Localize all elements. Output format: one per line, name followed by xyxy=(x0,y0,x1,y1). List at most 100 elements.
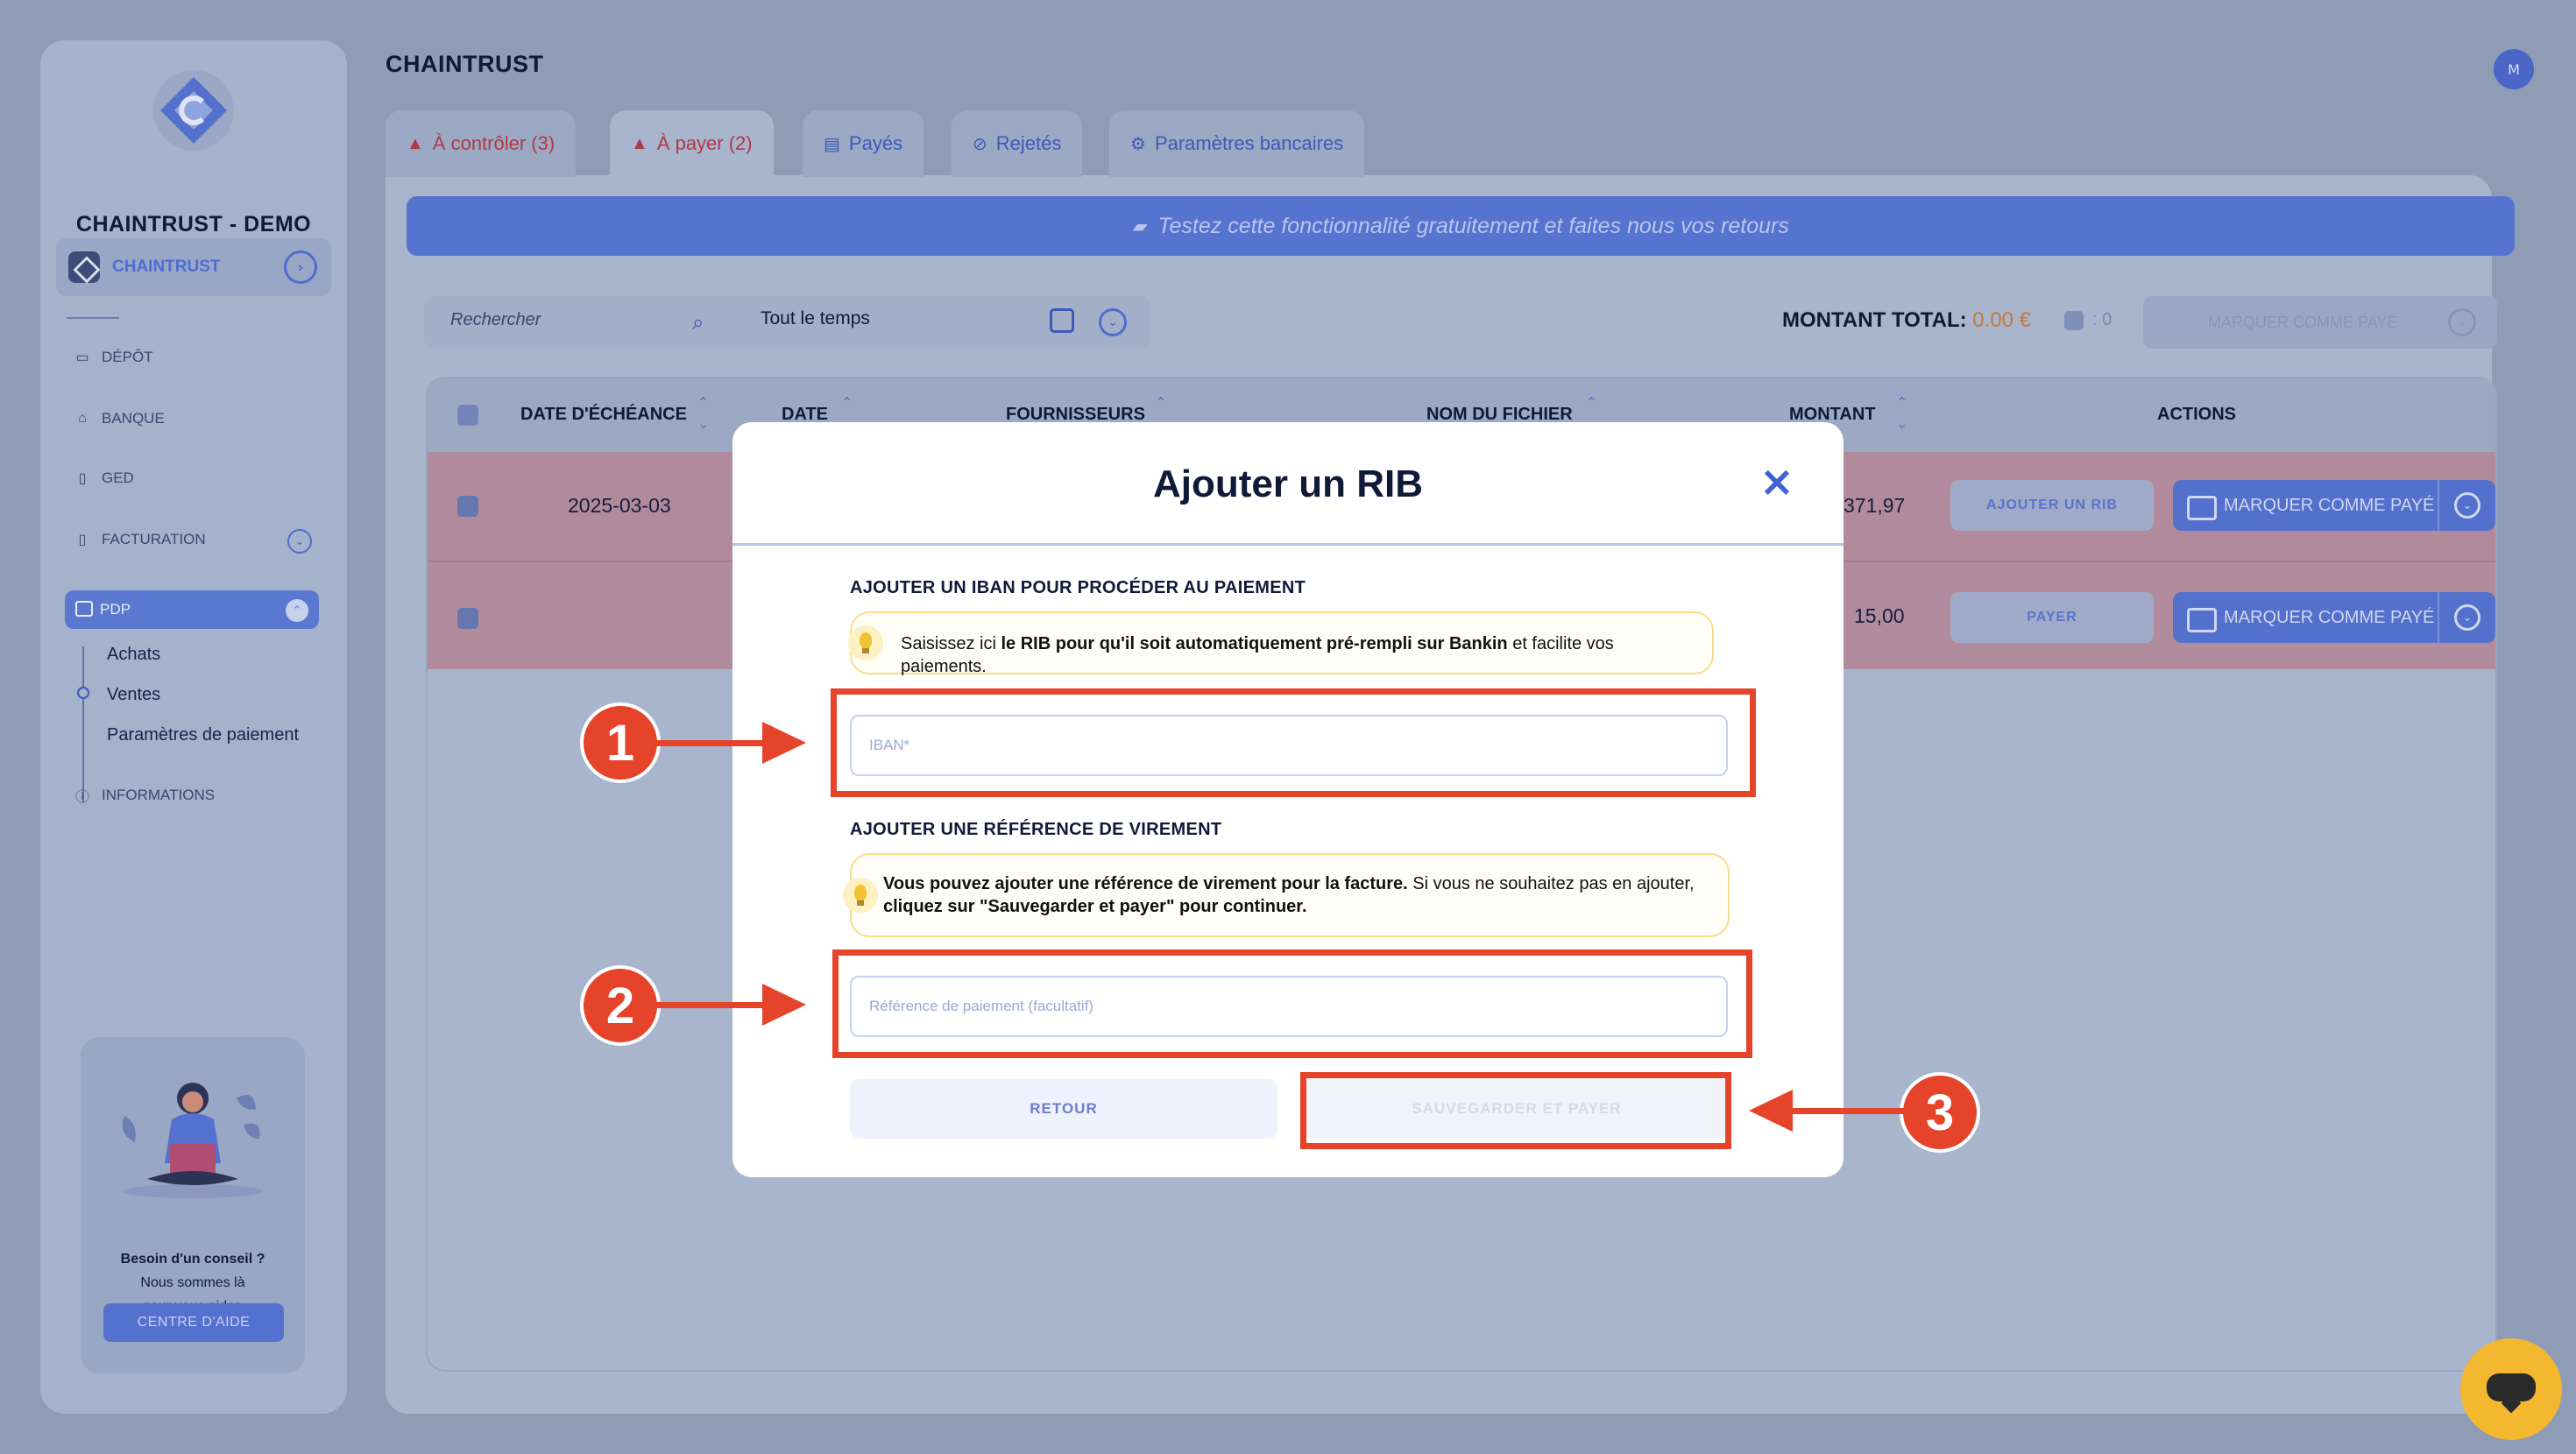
tip-text: Si vous ne souhaitez pas en ajouter, xyxy=(1407,874,1695,893)
sidebar-item-ged[interactable]: ▯ GED xyxy=(74,469,134,487)
arrow-3 xyxy=(1791,1108,1905,1114)
amount-cell: 15,00 xyxy=(1854,604,1905,627)
close-icon[interactable]: × xyxy=(1758,461,1796,503)
brand-name: CHAINTRUST - DEMO xyxy=(75,212,312,236)
document-icon: ▯ xyxy=(78,471,87,486)
row-checkbox[interactable] xyxy=(457,608,478,629)
tab-a-controler[interactable]: ▲ À contrôler (3) xyxy=(386,110,577,177)
selected-count: : 0 xyxy=(2064,310,2112,330)
tip-text: Saisissez ici xyxy=(901,634,1001,653)
sidebar-subitem-achats[interactable]: Achats xyxy=(107,645,160,665)
help-card: Besoin d'un conseil ? Nous sommes là pou… xyxy=(81,1037,305,1373)
gear-icon: ⚙ xyxy=(1130,134,1146,154)
tab-label: Payés xyxy=(848,132,903,154)
sidebar-item-label: GED xyxy=(102,469,134,486)
due-date-cell: 2025-03-03 xyxy=(568,494,671,517)
tip-text-bold: le RIB pour qu'il soit automatiquement p… xyxy=(1001,634,1508,653)
modal-title: Ajouter un RIB xyxy=(1153,462,1423,505)
reference-section-label: AJOUTER UNE RÉFÉRENCE DE VIREMENT xyxy=(850,820,1222,839)
tab-parametres-bancaires[interactable]: ⚙ Paramètres bancaires xyxy=(1109,110,1365,177)
help-center-button[interactable]: CENTRE D'AIDE xyxy=(103,1303,284,1342)
add-rib-modal: Ajouter un RIB × AJOUTER UN IBAN POUR PR… xyxy=(732,422,1844,1177)
arrow-3-head xyxy=(1749,1090,1793,1132)
arrow-1-head xyxy=(762,722,806,764)
sidebar-subitem-parametres-paiement[interactable]: Paramètres de paiement xyxy=(107,725,299,745)
sort-icon[interactable]: ⌃ ⌄ xyxy=(1896,392,1907,434)
tab-label: À payer (2) xyxy=(656,132,753,154)
sidebar-item-informations[interactable]: ⓘ INFORMATIONS xyxy=(74,787,216,805)
page-title: CHAINTRUST xyxy=(386,51,544,77)
chevron-up-icon[interactable]: ⌃ xyxy=(286,599,308,622)
sort-icon[interactable]: ⌃ xyxy=(841,392,853,413)
arrow-2 xyxy=(655,1002,764,1008)
warning-icon: ▲ xyxy=(631,133,648,153)
sort-icon[interactable]: ⌃ xyxy=(1155,392,1166,413)
bulk-mark-paid-button[interactable]: MARQUER COMME PAYÉ xyxy=(2143,296,2497,349)
sort-icon[interactable]: ⌃ ⌄ xyxy=(697,392,709,434)
chevron-down-icon[interactable]: ⌄ xyxy=(2448,308,2476,336)
column-actions: ACTIONS xyxy=(2157,405,2236,424)
back-button[interactable]: RETOUR xyxy=(850,1079,1277,1139)
highlight-iban xyxy=(831,688,1756,797)
search-icon[interactable]: ⌕ xyxy=(692,310,717,335)
search-input[interactable]: Rechercher xyxy=(450,310,541,330)
total-amount: MONTANT TOTAL: 0.00 € xyxy=(1782,308,2031,333)
mark-paid-button[interactable]: MARQUER COMME PAYÉ xyxy=(2173,592,2438,643)
pay-button[interactable]: PAYER xyxy=(1950,592,2154,643)
tab-payes[interactable]: ▤ Payés xyxy=(803,110,924,177)
sort-icon[interactable]: ⌃ xyxy=(1586,392,1597,413)
chevron-down-icon: ⌄ xyxy=(2454,604,2480,631)
calendar-icon[interactable] xyxy=(1050,308,1074,333)
chat-button[interactable] xyxy=(2460,1338,2562,1440)
sidebar-item-depot[interactable]: ▭ DÉPÔT xyxy=(74,349,153,366)
bank-icon: ⌂ xyxy=(78,411,87,426)
arrow-1 xyxy=(655,740,764,746)
banner-text: Testez cette fonctionnalité gratuitement… xyxy=(1157,213,1789,238)
sidebar-item-facturation[interactable]: ▯ FACTURATION xyxy=(74,531,206,548)
chevron-down-icon[interactable]: ⌄ xyxy=(1099,308,1127,336)
sidebar-item-banque[interactable]: ⌂ BANQUE xyxy=(74,410,165,427)
card-icon xyxy=(75,601,93,617)
checkbox-icon xyxy=(2064,310,2084,330)
iban-section-label: AJOUTER UN IBAN POUR PROCÉDER AU PAIEMEN… xyxy=(850,578,1306,597)
tab-a-payer[interactable]: ▲ À payer (2) xyxy=(610,110,774,177)
chaintrust-logo-icon xyxy=(153,70,234,151)
sidebar-item-label: INFORMATIONS xyxy=(102,787,216,803)
lightbulb-icon xyxy=(848,625,883,660)
sidebar: CHAINTRUST - DEMO CHAINTRUST › ▭ DÉPÔT ⌂… xyxy=(40,40,347,1414)
sidebar-subitem-ventes[interactable]: Ventes xyxy=(107,685,160,705)
arrow-2-head xyxy=(762,984,806,1026)
active-marker xyxy=(77,687,89,699)
megaphone-icon: ▰ xyxy=(1132,216,1146,236)
org-switcher[interactable]: CHAINTRUST › xyxy=(56,238,331,296)
add-rib-button[interactable]: AJOUTER UN RIB xyxy=(1950,480,2154,531)
invoice-icon: ▯ xyxy=(78,533,87,547)
highlight-reference xyxy=(832,949,1752,1058)
highlight-save xyxy=(1300,1072,1731,1149)
step-1-badge: 1 xyxy=(580,702,661,783)
column-due-date[interactable]: DATE D'ÉCHÉANCE xyxy=(520,405,687,425)
card-icon: ▤ xyxy=(824,134,840,154)
mark-paid-dropdown[interactable]: ⌄ xyxy=(2438,592,2495,643)
select-all-checkbox[interactable] xyxy=(457,405,478,426)
tab-rejetes[interactable]: ⊘ Rejetés xyxy=(952,110,1083,177)
warning-icon: ▲ xyxy=(407,133,424,153)
sidebar-item-label: DÉPÔT xyxy=(102,349,153,365)
sidebar-item-label: FACTURATION xyxy=(102,531,206,547)
help-line: Nous sommes là xyxy=(140,1275,245,1290)
info-icon: ⓘ xyxy=(74,790,89,805)
chevron-down-icon[interactable]: ⌄ xyxy=(287,529,312,554)
time-filter-select[interactable]: Tout le temps xyxy=(761,308,870,329)
mark-paid-dropdown[interactable]: ⌄ xyxy=(2438,480,2495,531)
mark-paid-button[interactable]: MARQUER COMME PAYÉ xyxy=(2173,480,2438,531)
tip-text-bold: cliquez sur "Sauvegarder et payer" pour … xyxy=(883,897,1307,916)
chevron-down-icon: ⌄ xyxy=(2454,492,2480,519)
tab-label: À contrôler (3) xyxy=(432,132,556,154)
avatar[interactable]: M xyxy=(2494,49,2534,89)
chevron-right-icon[interactable]: › xyxy=(284,251,317,284)
row-checkbox[interactable] xyxy=(457,496,478,517)
sidebar-item-pdp[interactable]: PDP ⌃ xyxy=(65,590,319,629)
org-logo-icon xyxy=(68,251,100,283)
total-label: MONTANT TOTAL: xyxy=(1782,308,1967,332)
step-3-badge: 3 xyxy=(1900,1072,1980,1153)
